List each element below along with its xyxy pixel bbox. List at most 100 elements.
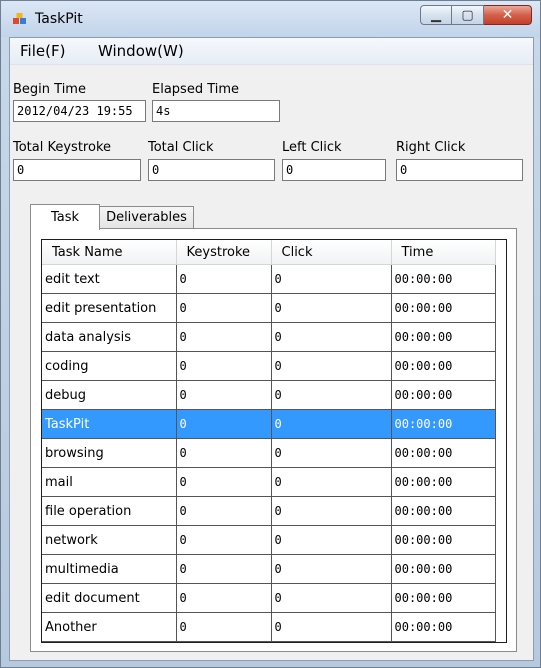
table-row[interactable]: multimedia 0 0 00:00:00 [42,554,496,584]
table-cell[interactable]: 0 [271,409,392,439]
table-cell[interactable]: 00:00:00 [391,496,496,526]
table-cell[interactable]: 0 [176,409,272,439]
table-cell[interactable]: 0 [176,438,272,468]
table-row[interactable]: Another 0 0 00:00:00 [42,612,496,642]
task-grid[interactable]: Task Name Keystroke Click Time edit text 0 0 0… [41,239,507,643]
tab-deliverables-label: Deliverables [106,210,187,225]
menu-file[interactable]: File(F) [20,42,65,60]
column-header[interactable]: Click [271,240,392,265]
table-cell[interactable]: 00:00:00 [391,293,496,323]
table-cell[interactable]: 0 [176,496,272,526]
table-cell[interactable]: 0 [271,264,392,294]
close-icon: ✕ [501,7,514,23]
table-cell[interactable]: mail [42,467,177,497]
caption-buttons: ▁ ▢ ✕ [420,5,532,27]
begin-time-label: Begin Time [13,82,86,97]
left-click-field[interactable]: 0 [282,159,386,181]
table-cell[interactable]: 0 [271,612,392,642]
table-cell[interactable]: 00:00:00 [391,322,496,352]
tab-task-label: Task [50,210,80,225]
table-cell[interactable]: 0 [271,380,392,410]
table-row[interactable]: data analysis 0 0 00:00:00 [42,322,496,352]
table-cell[interactable]: 0 [271,583,392,613]
begin-time-field[interactable]: 2012/04/23 19:55 [13,100,146,122]
table-cell[interactable]: 0 [176,380,272,410]
table-cell[interactable]: 0 [176,264,272,294]
minimize-icon: ▁ [431,7,441,23]
table-cell[interactable]: 0 [176,293,272,323]
table-row[interactable]: file operation 0 0 00:00:00 [42,496,496,526]
table-cell[interactable]: file operation [42,496,177,526]
maximize-button[interactable]: ▢ [452,5,484,25]
table-cell[interactable]: 00:00:00 [391,409,496,439]
table-cell[interactable]: 00:00:00 [391,612,496,642]
table-row[interactable]: edit document 0 0 00:00:00 [42,583,496,613]
elapsed-time-field[interactable]: 4s [152,100,280,122]
table-cell[interactable]: browsing [42,438,177,468]
table-cell[interactable]: data analysis [42,322,177,352]
table-cell[interactable]: edit document [42,583,177,613]
right-click-field[interactable]: 0 [396,159,523,181]
table-cell[interactable]: 0 [176,525,272,555]
column-header[interactable]: Keystroke [176,240,272,265]
table-row[interactable]: coding 0 0 00:00:00 [42,351,496,381]
table-cell[interactable]: 0 [176,583,272,613]
table-row[interactable]: browsing 0 0 00:00:00 [42,438,496,468]
table-cell[interactable]: 00:00:00 [391,467,496,497]
table-cell[interactable]: debug [42,380,177,410]
table-cell[interactable]: 00:00:00 [391,264,496,294]
window-title: TaskPit [35,11,83,27]
table-cell[interactable]: 0 [271,293,392,323]
table-cell[interactable]: 00:00:00 [391,438,496,468]
table-row[interactable]: TaskPit 0 0 00:00:00 [42,409,496,439]
total-keystroke-label: Total Keystroke [13,140,112,155]
table-cell[interactable]: 0 [176,554,272,584]
menu-bar: File(F) Window(W) [10,38,533,65]
table-cell[interactable]: 00:00:00 [391,351,496,381]
table-cell[interactable]: 0 [176,351,272,381]
table-cell[interactable]: edit text [42,264,177,294]
table-cell[interactable]: Another [42,612,177,642]
task-table: Task Name Keystroke Click Time edit text 0 0 0… [42,240,496,642]
table-row[interactable]: debug 0 0 00:00:00 [42,380,496,410]
table-cell[interactable]: 0 [271,438,392,468]
total-click-label: Total Click [148,140,214,155]
client-area: File(F) Window(W) Begin Time 2012/04/23 … [9,37,534,661]
table-cell[interactable]: 0 [176,612,272,642]
total-keystroke-field[interactable]: 0 [13,159,141,181]
task-tab-panel: Task Name Keystroke Click Time edit text 0 0 0… [30,228,517,652]
maximize-icon: ▢ [461,7,474,23]
table-cell[interactable]: 0 [176,322,272,352]
table-cell[interactable]: network [42,525,177,555]
table-row[interactable]: edit text 0 0 00:00:00 [42,264,496,294]
app-icon [13,13,26,24]
table-cell[interactable]: 0 [271,496,392,526]
minimize-button[interactable]: ▁ [420,5,452,25]
table-row[interactable]: mail 0 0 00:00:00 [42,467,496,497]
column-header[interactable]: Time [391,240,496,265]
table-cell[interactable]: coding [42,351,177,381]
tab-deliverables[interactable]: Deliverables [99,206,194,228]
table-row[interactable]: edit presentation 0 0 00:00:00 [42,293,496,323]
table-row[interactable]: network 0 0 00:00:00 [42,525,496,555]
table-cell[interactable]: TaskPit [42,409,177,439]
table-cell[interactable]: 0 [271,554,392,584]
close-button[interactable]: ✕ [484,5,532,25]
table-cell[interactable]: multimedia [42,554,177,584]
table-cell[interactable]: 0 [271,351,392,381]
table-cell[interactable]: 00:00:00 [391,554,496,584]
tab-task[interactable]: Task [30,204,100,230]
table-cell[interactable]: 0 [176,467,272,497]
menu-window[interactable]: Window(W) [98,42,184,60]
table-cell[interactable]: 00:00:00 [391,583,496,613]
table-cell[interactable]: 0 [271,467,392,497]
title-bar[interactable]: TaskPit ▁ ▢ ✕ [1,1,540,37]
column-header[interactable]: Task Name [42,240,177,265]
right-click-label: Right Click [396,140,466,155]
table-cell[interactable]: 0 [271,322,392,352]
table-cell[interactable]: edit presentation [42,293,177,323]
table-cell[interactable]: 00:00:00 [391,525,496,555]
table-cell[interactable]: 0 [271,525,392,555]
table-cell[interactable]: 00:00:00 [391,380,496,410]
total-click-field[interactable]: 0 [148,159,275,181]
